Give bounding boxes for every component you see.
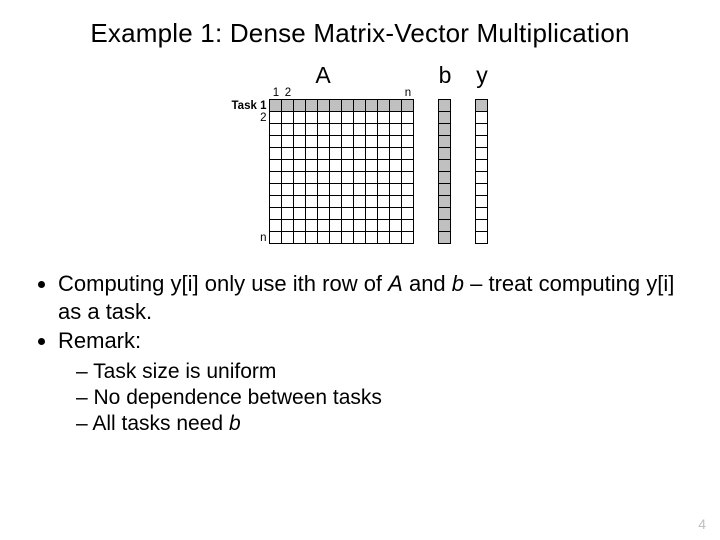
- vector-b-block: b: [438, 63, 451, 244]
- vector-b-grid: [438, 87, 451, 244]
- bullet-1-text-a: Computing y[i] only use ith row of: [58, 271, 388, 296]
- sub-bullet-1: Task size is uniform: [76, 359, 688, 385]
- matrix-A-grid: 12nTask 12n: [232, 87, 415, 244]
- sub-bullet-list: Task size is uniform No dependence betwe…: [76, 359, 688, 438]
- vector-b-label: b: [439, 63, 452, 87]
- sub-bullet-2: No dependence between tasks: [76, 385, 688, 411]
- bullet-1-A: A: [388, 271, 403, 296]
- bullet-1-b: b: [452, 271, 464, 296]
- vector-y-grid: [475, 87, 488, 244]
- sub-bullet-3: All tasks need b: [76, 411, 688, 437]
- bullet-2-text: Remark:: [58, 328, 141, 353]
- matrix-A-block: A 12nTask 12n: [232, 63, 415, 244]
- page-number: 4: [698, 516, 706, 532]
- figure: A 12nTask 12n b y: [32, 63, 688, 244]
- sub-bullet-3-text: All tasks need: [92, 412, 229, 435]
- bullet-1-text-b: and: [403, 271, 452, 296]
- sub-bullet-3-b: b: [229, 412, 241, 435]
- vector-y-block: y: [475, 63, 488, 244]
- bullet-2: Remark: Task size is uniform No dependen…: [58, 327, 688, 437]
- vector-y-label: y: [476, 63, 488, 87]
- matrix-A-label: A: [232, 63, 415, 87]
- bullet-list: Computing y[i] only use ith row of A and…: [38, 270, 688, 437]
- slide-title: Example 1: Dense Matrix-Vector Multiplic…: [32, 18, 688, 49]
- bullet-1: Computing y[i] only use ith row of A and…: [58, 270, 688, 325]
